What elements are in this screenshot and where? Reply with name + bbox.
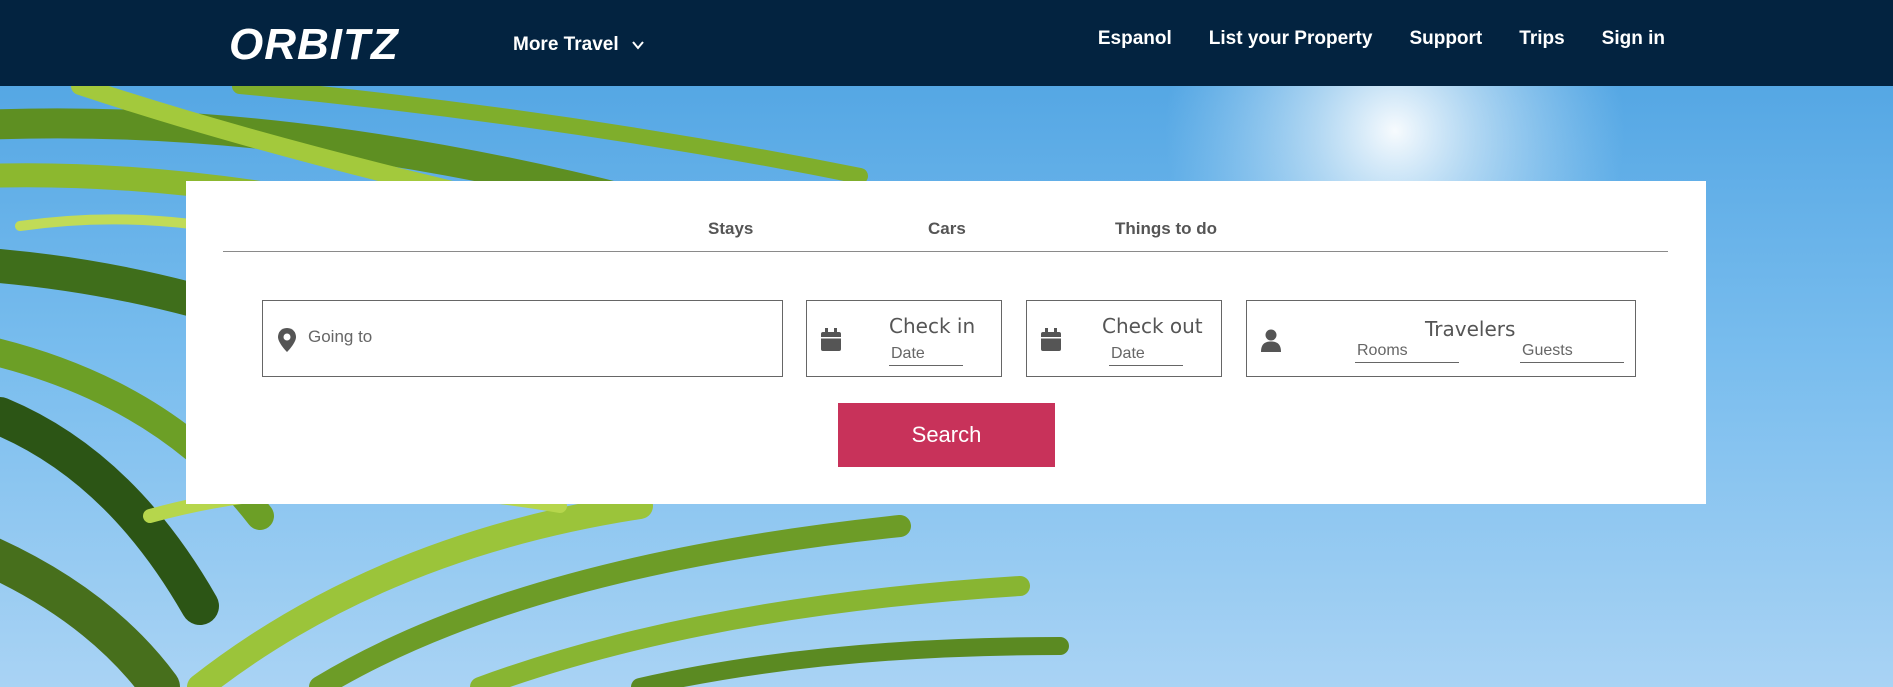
orbitz-logo[interactable]: ORBITZ (227, 20, 441, 69)
tab-cars[interactable]: Cars (928, 219, 966, 239)
chevron-down-icon (631, 41, 644, 50)
check-out-date[interactable]: Date (1109, 345, 1183, 366)
tab-things-to-do[interactable]: Things to do (1115, 219, 1217, 239)
brand-text: ORBITZ (229, 20, 400, 66)
nav-sign-in[interactable]: Sign in (1602, 26, 1665, 52)
top-navigation-bar: ORBITZ More Travel Espanol List your Pro… (0, 0, 1893, 86)
going-to-field[interactable] (262, 300, 783, 377)
check-in-label: Check in (889, 314, 976, 338)
calendar-icon (821, 328, 841, 351)
check-out-label: Check out (1102, 314, 1203, 338)
search-button[interactable]: Search (838, 403, 1055, 467)
check-in-field[interactable]: Check in Date (806, 300, 1002, 377)
nav-trips[interactable]: Trips (1519, 26, 1564, 52)
more-travel-label: More Travel (513, 34, 619, 55)
calendar-icon (1041, 328, 1061, 351)
more-travel-menu[interactable]: More Travel (513, 30, 645, 60)
check-out-field[interactable]: Check out Date (1026, 300, 1222, 377)
search-tabs: Stays Cars Things to do (223, 181, 1668, 252)
tab-stays[interactable]: Stays (708, 219, 753, 239)
travelers-field[interactable]: Travelers Rooms Guests (1246, 300, 1636, 377)
person-icon (1261, 329, 1281, 352)
guests-input[interactable]: Guests (1520, 342, 1624, 363)
rooms-input[interactable]: Rooms (1355, 342, 1459, 363)
map-pin-icon (278, 328, 296, 352)
header-nav: Espanol List your Property Support Trips… (1061, 26, 1665, 52)
check-in-date[interactable]: Date (889, 345, 963, 366)
going-to-input[interactable] (308, 327, 748, 347)
nav-list-property[interactable]: List your Property (1209, 26, 1373, 52)
travelers-label: Travelers (1425, 317, 1516, 341)
nav-support[interactable]: Support (1409, 26, 1482, 52)
nav-espanol[interactable]: Espanol (1098, 26, 1172, 52)
search-card: Stays Cars Things to do Check in Date Ch… (186, 181, 1706, 504)
